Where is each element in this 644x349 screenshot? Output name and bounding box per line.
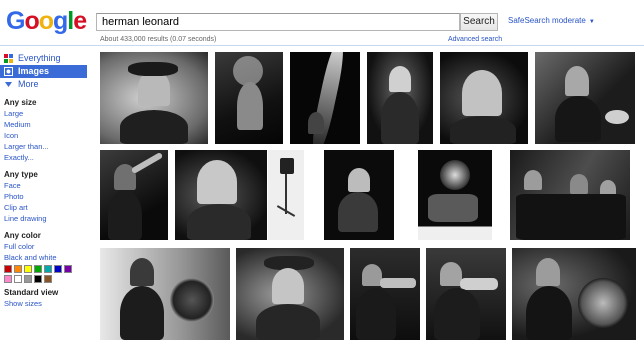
filter-heading: Any type [4, 170, 38, 179]
safesearch-label: SafeSearch moderate [508, 16, 586, 25]
image-result[interactable] [236, 248, 344, 340]
color-swatch[interactable] [44, 265, 52, 273]
header-divider [0, 45, 644, 46]
search-input[interactable] [97, 14, 459, 30]
everything-icon [4, 54, 13, 63]
image-result[interactable] [268, 150, 304, 240]
color-swatch[interactable] [34, 275, 42, 283]
color-option[interactable]: Full color [4, 241, 90, 252]
more-chevron-icon [4, 80, 13, 89]
type-option[interactable]: Face [4, 180, 90, 191]
image-result[interactable] [510, 150, 630, 240]
image-result[interactable] [440, 52, 528, 144]
color-swatch[interactable] [54, 265, 62, 273]
image-result[interactable] [215, 52, 283, 144]
results-stats: About 433,000 results (0.07 seconds) [100, 36, 217, 43]
nav-item-images[interactable]: Images [0, 65, 87, 78]
image-result[interactable] [100, 248, 230, 340]
logo-letter: o [38, 7, 54, 35]
size-option[interactable]: Icon [4, 130, 90, 141]
nav-item-everything[interactable]: Everything [0, 52, 90, 65]
image-result[interactable] [426, 248, 506, 340]
color-swatch[interactable] [14, 275, 22, 283]
color-filter: Any color Full color Black and white [0, 230, 90, 283]
image-result[interactable] [367, 52, 433, 144]
type-option[interactable]: Photo [4, 191, 90, 202]
image-result[interactable] [100, 150, 168, 240]
color-swatch[interactable] [4, 275, 12, 283]
color-swatch[interactable] [4, 265, 12, 273]
nav-label: More [18, 79, 39, 89]
search-button[interactable]: Search [460, 13, 498, 31]
color-swatch[interactable] [34, 265, 42, 273]
nav-label: Images [18, 66, 50, 76]
size-filter: Any size Large Medium Icon Larger than..… [0, 97, 90, 163]
view-filter: Standard view Show sizes [0, 287, 90, 309]
image-icon [4, 67, 13, 76]
size-option[interactable]: Large [4, 108, 90, 119]
size-option[interactable]: Medium [4, 119, 90, 130]
color-swatch[interactable] [44, 275, 52, 283]
type-option[interactable]: Line drawing [4, 213, 90, 224]
google-logo[interactable]: Google [6, 7, 87, 35]
view-option[interactable]: Show sizes [4, 298, 90, 309]
color-swatch[interactable] [24, 265, 32, 273]
filter-heading: Any size [4, 98, 37, 107]
color-option[interactable]: Black and white [4, 252, 90, 263]
sidebar: Everything Images More Any size Large Me… [0, 52, 90, 309]
color-swatch[interactable] [14, 265, 22, 273]
color-swatch[interactable] [64, 265, 72, 273]
logo-letter: G [6, 7, 25, 35]
type-option[interactable]: Clip art [4, 202, 90, 213]
nav-label: Everything [18, 53, 61, 63]
image-result[interactable] [535, 52, 635, 144]
logo-letter: o [24, 7, 39, 35]
size-option[interactable]: Exactly... [4, 152, 90, 163]
filter-heading: Any color [4, 231, 41, 240]
color-swatches [4, 265, 90, 283]
nav-item-more[interactable]: More [0, 78, 90, 91]
image-result[interactable] [512, 248, 636, 340]
advanced-search-link[interactable]: Advanced search [448, 36, 502, 43]
size-option[interactable]: Larger than... [4, 141, 90, 152]
chevron-down-icon: ▼ [588, 19, 595, 25]
color-swatch[interactable] [24, 275, 32, 283]
type-filter: Any type Face Photo Clip art Line drawin… [0, 169, 90, 224]
logo-letter: e [73, 7, 87, 35]
filter-heading: Standard view [4, 288, 59, 297]
logo-letter: g [53, 7, 68, 35]
image-result[interactable] [324, 150, 394, 240]
image-result[interactable] [100, 52, 208, 144]
image-result[interactable] [175, 150, 267, 240]
image-result[interactable] [290, 52, 360, 144]
image-result[interactable] [350, 248, 420, 340]
safesearch-dropdown[interactable]: SafeSearch moderate ▼ [508, 16, 595, 25]
search-box[interactable] [96, 13, 460, 31]
image-result[interactable] [418, 150, 492, 240]
